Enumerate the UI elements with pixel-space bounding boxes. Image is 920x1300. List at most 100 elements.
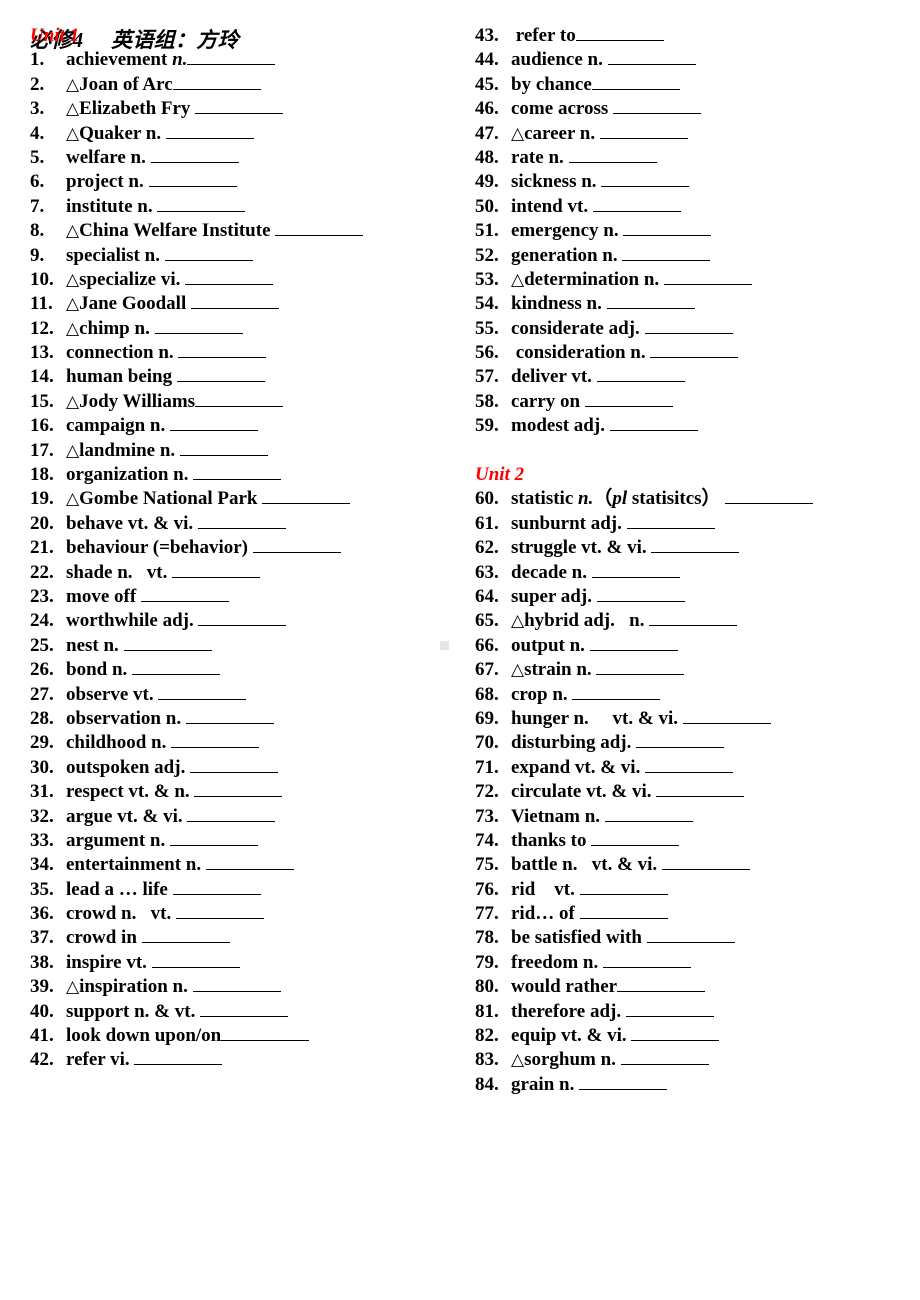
answer-blank[interactable] [592, 195, 681, 212]
answer-blank[interactable] [591, 561, 680, 578]
answer-blank[interactable] [622, 244, 711, 261]
answer-blank[interactable] [193, 463, 282, 481]
answer-blank[interactable] [631, 1024, 720, 1042]
answer-blank[interactable] [132, 659, 221, 676]
answer-blank[interactable] [613, 98, 702, 115]
answer-blank[interactable] [601, 171, 690, 188]
answer-blank[interactable] [661, 854, 750, 871]
answer-blank[interactable] [572, 683, 661, 700]
answer-blank[interactable] [190, 756, 279, 773]
answer-blank[interactable] [604, 805, 693, 822]
answer-blank[interactable] [195, 390, 284, 407]
answer-blank[interactable] [198, 610, 287, 627]
answer-blank[interactable] [252, 537, 341, 554]
answer-blank[interactable] [154, 317, 243, 334]
answer-blank[interactable] [141, 927, 230, 944]
vocabulary-entry: 79. freedom n. [475, 951, 915, 975]
answer-blank[interactable] [179, 439, 268, 456]
answer-blank[interactable] [644, 317, 733, 334]
answer-blank[interactable] [599, 122, 688, 139]
answer-blank[interactable] [187, 805, 276, 822]
answer-blank[interactable] [164, 244, 253, 261]
entry-number: 44. [475, 49, 499, 71]
answer-blank[interactable] [589, 634, 678, 651]
answer-blank[interactable] [579, 1073, 668, 1090]
answer-blank[interactable] [172, 73, 261, 90]
answer-blank[interactable] [725, 488, 814, 505]
entry-number: 4. [30, 122, 45, 144]
answer-blank[interactable] [609, 415, 698, 432]
answer-blank[interactable] [157, 195, 246, 212]
answer-blank[interactable] [617, 976, 706, 993]
answer-blank[interactable] [568, 146, 657, 163]
answer-blank[interactable] [626, 512, 715, 529]
answer-blank[interactable] [165, 122, 254, 139]
answer-blank[interactable] [221, 1024, 310, 1042]
entry-term: grain n. [511, 1073, 668, 1097]
answer-blank[interactable] [172, 561, 261, 578]
entry-number: 68. [475, 683, 499, 705]
answer-blank[interactable] [190, 293, 279, 310]
answer-blank[interactable] [178, 342, 267, 359]
answer-blank[interactable] [649, 610, 738, 627]
answer-blank[interactable] [197, 512, 286, 529]
answer-blank[interactable] [606, 293, 695, 310]
answer-blank[interactable] [596, 585, 685, 602]
answer-blank[interactable] [682, 707, 771, 724]
answer-blank[interactable] [645, 756, 734, 773]
answer-blank[interactable] [170, 415, 258, 432]
answer-blank[interactable] [591, 73, 680, 90]
answer-blank[interactable] [579, 878, 668, 895]
answer-blank[interactable] [623, 220, 712, 237]
answer-blank[interactable] [663, 268, 752, 285]
entry-number: 72. [475, 781, 499, 803]
answer-blank[interactable] [646, 927, 735, 944]
answer-blank[interactable] [176, 366, 265, 383]
answer-blank[interactable] [205, 854, 294, 871]
vocabulary-entry: 33. argument n. [30, 829, 470, 853]
answer-blank[interactable] [171, 732, 260, 749]
answer-blank[interactable] [123, 634, 212, 651]
answer-blank[interactable] [185, 707, 274, 724]
answer-blank[interactable] [200, 1000, 289, 1017]
answer-blank[interactable] [620, 1049, 709, 1066]
answer-blank[interactable] [194, 781, 283, 798]
answer-blank[interactable] [607, 49, 696, 66]
answer-blank[interactable] [656, 781, 745, 798]
answer-blank[interactable] [158, 683, 247, 700]
answer-blank[interactable] [591, 829, 680, 846]
entry-term: behave vt. & vi. [66, 512, 286, 536]
answer-blank[interactable] [575, 24, 664, 41]
answer-blank[interactable] [140, 585, 229, 602]
answer-blank[interactable] [651, 537, 740, 554]
answer-blank[interactable] [579, 902, 668, 920]
answer-blank[interactable] [150, 146, 239, 163]
answer-blank[interactable] [134, 1049, 223, 1066]
answer-blank[interactable] [596, 366, 685, 383]
answer-blank[interactable] [187, 49, 276, 66]
answer-blank[interactable] [275, 220, 364, 237]
vocabulary-entry: 55. considerate adj. [475, 317, 915, 341]
answer-blank[interactable] [584, 390, 673, 407]
vocabulary-entry: 80. would rather [475, 975, 915, 999]
answer-blank[interactable] [636, 732, 725, 749]
vocabulary-entry: 54. kindness n. [475, 292, 915, 316]
answer-blank[interactable] [650, 342, 739, 359]
entry-number: 59. [475, 415, 499, 437]
answer-blank[interactable] [596, 659, 685, 676]
answer-blank[interactable] [603, 951, 691, 968]
vocabulary-list-left: 1. achievement n. 2. △Joan of Arc 3. △Elizabe… [30, 48, 470, 1072]
answer-blank[interactable] [148, 171, 237, 188]
answer-blank[interactable] [151, 951, 240, 968]
answer-blank[interactable] [262, 488, 351, 505]
entry-number: 20. [30, 512, 54, 534]
answer-blank[interactable] [195, 98, 284, 115]
answer-blank[interactable] [169, 829, 258, 846]
answer-blank[interactable] [175, 902, 264, 920]
entry-number: 51. [475, 220, 499, 242]
triangle-marker-icon: △ [511, 123, 525, 143]
answer-blank[interactable] [172, 878, 261, 895]
answer-blank[interactable] [625, 1000, 714, 1017]
answer-blank[interactable] [185, 268, 274, 285]
answer-blank[interactable] [192, 976, 281, 993]
